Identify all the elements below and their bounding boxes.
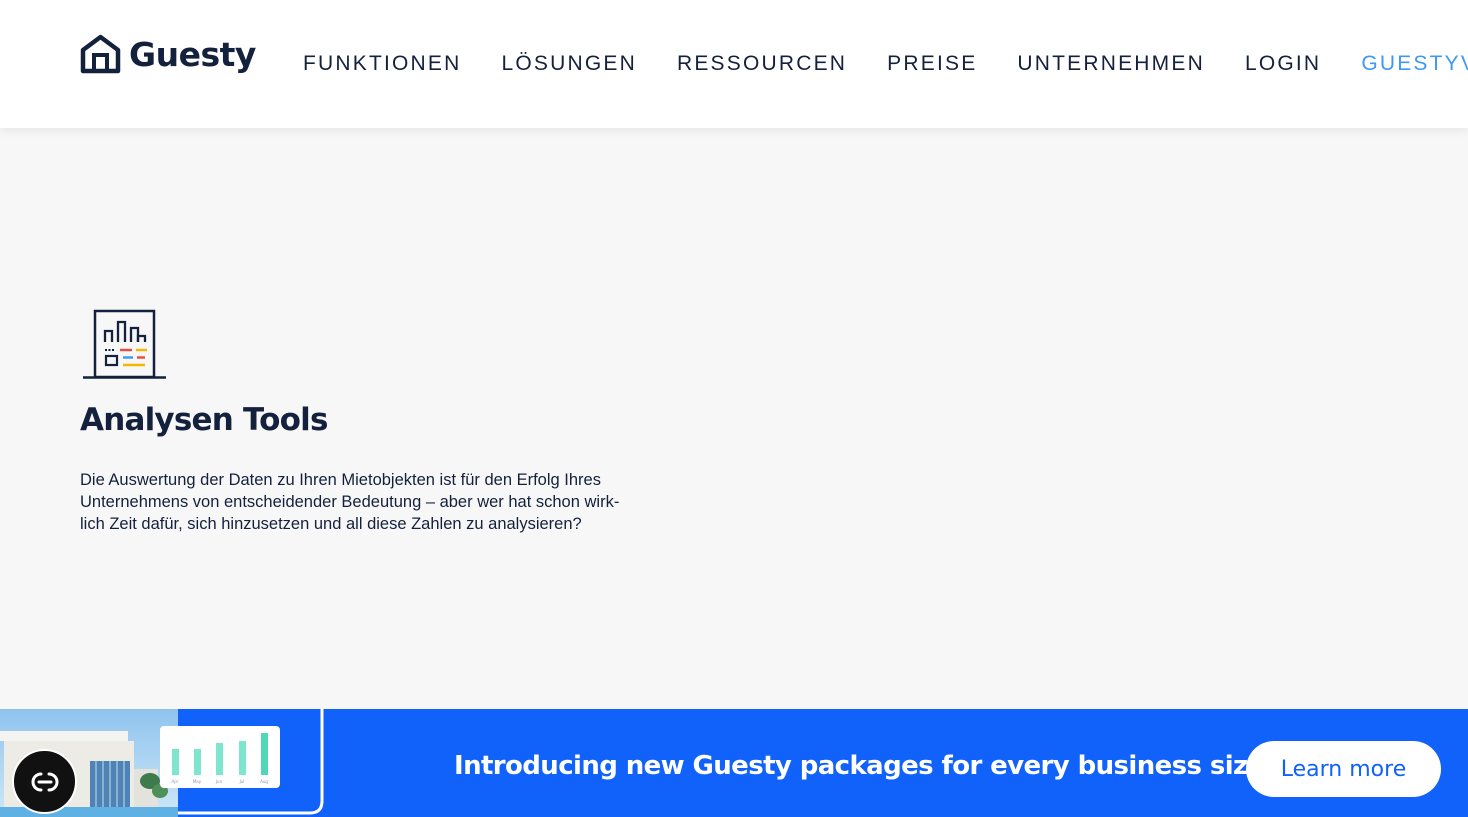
main-nav: FUNKTIONEN LÖSUNGEN RESSOURCEN PREISE UN… [303,52,1468,76]
feature-description: Die Auswertung der Daten zu Ihren Mietob… [80,469,690,535]
chart-month-label: Aug [260,779,268,784]
house-logo-icon [80,34,121,74]
feature-title: Analysen Tools [80,402,328,438]
chart-month-label: Jun [215,779,223,784]
chart-month-label: May [193,779,202,784]
nav-item-login[interactable]: LOGIN [1245,52,1321,76]
guesty-logo[interactable]: Guesty [80,34,256,74]
nav-item-funktionen[interactable]: FUNKTIONEN [303,52,462,76]
nav-item-unternehmen[interactable]: UNTERNEHMEN [1017,52,1205,76]
feature-description-line: Unternehmens von entscheidender Bedeutun… [80,493,620,511]
brand-name: Guesty [129,34,256,74]
analytics-dashboard-icon [83,309,166,379]
accessibility-toggle-icon [31,772,58,791]
feature-description-line: Die Auswertung der Daten zu Ihren Mietob… [80,471,601,489]
nav-item-guestyval[interactable]: GUESTYVAL [1361,52,1468,76]
feature-description-line: lich Zeit dafür, sich hinzusetzen und al… [80,515,582,533]
accessibility-button[interactable] [12,749,77,814]
nav-item-preise[interactable]: PREISE [887,52,977,76]
banner-headline: Introducing new Guesty packages for ever… [454,751,1276,781]
chart-month-label: Jul [239,779,245,784]
site-header: Guesty FUNKTIONEN LÖSUNGEN RESSOURCEN PR… [0,0,1468,128]
nav-item-ressourcen[interactable]: RESSOURCEN [677,52,847,76]
learn-more-button[interactable]: Learn more [1246,741,1441,797]
chart-month-label: Apr [172,779,179,784]
nav-item-loesungen[interactable]: LÖSUNGEN [502,52,637,76]
promo-banner[interactable]: Apr May Jun Jul Aug Introducing new Gues… [0,709,1468,817]
